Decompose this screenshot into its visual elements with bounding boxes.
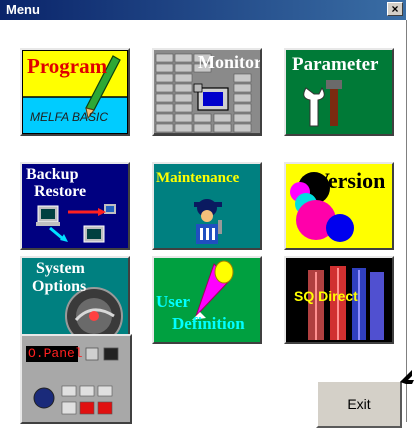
maintenance-label: Maintenance — [156, 170, 240, 186]
parameter-tile[interactable]: Parameter — [284, 48, 394, 136]
close-button[interactable]: × — [387, 2, 403, 16]
program-subtitle: MELFA BASIC — [30, 110, 109, 124]
version-tile[interactable]: Version — [284, 162, 394, 250]
version-label: Version — [314, 168, 386, 193]
definition-label: Definition — [172, 314, 245, 333]
restore-label: Restore — [34, 183, 87, 200]
monitor-tile[interactable]: Monitor — [152, 48, 262, 136]
operation-panel-display: O.Panel — [28, 346, 83, 361]
system-options-tile[interactable]: System Options — [20, 256, 130, 344]
backup-label: Backup — [26, 166, 79, 183]
parameter-label: Parameter — [292, 54, 379, 75]
program-tile[interactable]: Program MELFA BASIC — [20, 48, 130, 136]
mouse-pointer-icon — [400, 370, 414, 384]
maintenance-tile[interactable]: Maintenance — [152, 162, 262, 250]
exit-label: Exit — [347, 396, 371, 412]
operation-panel-tile[interactable]: O.Panel — [20, 334, 132, 424]
menu-window: Menu × Program MELFA BASIC Monitor Param… — [0, 0, 414, 428]
user-definition-tile[interactable]: User Definition — [152, 256, 262, 344]
close-icon: × — [391, 2, 399, 16]
title-bar: Menu × — [0, 0, 406, 20]
exit-button[interactable]: Exit — [316, 380, 402, 428]
menu-panel: Program MELFA BASIC Monitor Parameter Ba… — [0, 20, 407, 428]
program-label: Program — [27, 54, 108, 78]
backup-restore-tile[interactable]: Backup Restore — [20, 162, 130, 250]
monitor-label: Monitor — [198, 52, 262, 72]
system-label: System — [36, 260, 85, 277]
window-title: Menu — [6, 2, 40, 17]
user-label: User — [156, 292, 190, 311]
sq-direct-tile[interactable]: SQ Direct — [284, 256, 394, 344]
sq-direct-label: SQ Direct — [294, 288, 358, 304]
options-label: Options — [32, 278, 87, 295]
